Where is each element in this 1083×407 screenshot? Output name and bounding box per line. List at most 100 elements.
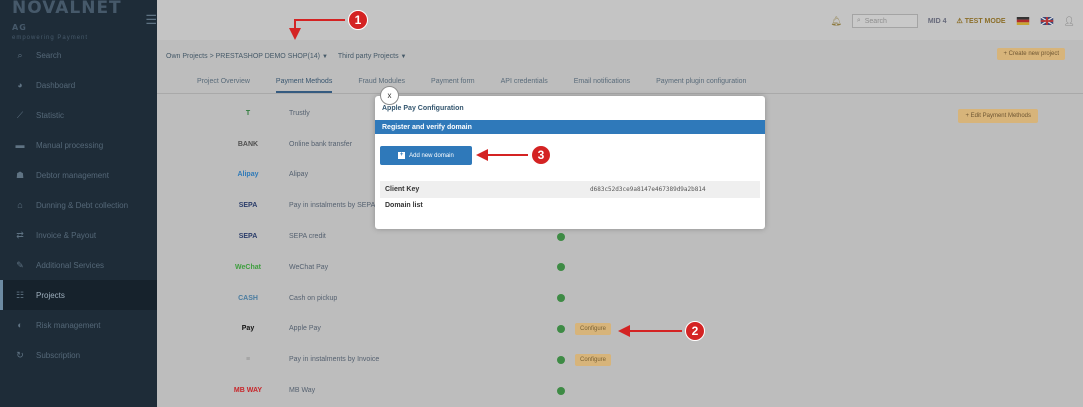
hamburger-menu-icon[interactable]: ☰ [145, 12, 157, 28]
sidebar-item-search[interactable]: ⌕ Search [0, 40, 157, 70]
payment-logo-text: CASH [238, 294, 258, 302]
payment-logo-text: T [245, 109, 251, 117]
sidebar-item-label: Manual processing [36, 140, 104, 150]
payment-logo: T [207, 110, 289, 117]
sidebar-item-additional-services[interactable]: ✎ Additional Services [0, 250, 157, 280]
client-key-label: Client Key [385, 186, 420, 193]
payment-method-row: MB WAY MB Way [207, 375, 707, 406]
configure-button[interactable]: Configure [575, 322, 612, 335]
sidebar-item-projects[interactable]: ☷ Projects [0, 280, 157, 310]
sitemap-icon: ☷ [15, 289, 25, 300]
tab-payment-plugin-configuration[interactable]: Payment plugin configuration [656, 78, 746, 85]
payment-logo-text: Pay [241, 325, 255, 333]
active-check-icon [557, 324, 565, 333]
apple-pay-config-modal: Apple Pay Configuration Register and ver… [375, 96, 765, 229]
modal-title: Apple Pay Configuration [382, 104, 464, 112]
payment-method-name: SEPA credit [289, 233, 326, 241]
search-placeholder: Search [864, 17, 887, 25]
sidebar-item-invoice-payout[interactable]: ⇄ Invoice & Payout [0, 220, 157, 250]
search-input[interactable]: ⌕ Search [851, 14, 918, 28]
payment-method-row: ≡ Pay in instalments by Invoice Configure [207, 344, 707, 375]
sidebar-item-statistic[interactable]: ⟋ Statistic [0, 100, 157, 130]
tab-email-notifications[interactable]: Email notifications [574, 78, 630, 85]
mid-label[interactable]: MID 4 [928, 18, 947, 25]
novalnet-logo[interactable]: NOVALNET AG empowering Payment [12, 0, 131, 41]
sidebar-item-label: Dunning & Debt collection [36, 200, 129, 210]
sidebar-item-dashboard[interactable]: ◕ Dashboard [0, 70, 157, 100]
sidebar-item-label: Search [36, 50, 62, 60]
third-party-projects-dropdown[interactable]: Third party Projects ▼ [338, 53, 407, 60]
payment-logo: Alipay [207, 171, 289, 178]
users-icon: ☗ [15, 169, 25, 180]
payment-method-name: Apple Pay [289, 325, 321, 333]
client-key-row: Client Key d683c52d3ce9a8147e467389d9a2b… [380, 181, 760, 198]
chart-icon: ⟋ [16, 109, 24, 120]
plus-icon: + [398, 152, 406, 159]
sidebar-item-risk-management[interactable]: ◐ Risk management [0, 310, 157, 340]
tab-project-overview[interactable]: Project Overview [197, 78, 250, 85]
payment-logo: CASH [207, 295, 289, 302]
uk-flag-icon[interactable] [1039, 17, 1054, 25]
client-key-value: d683c52d3ce9a8147e467389d9a2b814 [590, 186, 706, 193]
notification-bell-icon[interactable]: 🔔︎ [830, 16, 841, 27]
payment-logo-text: SEPA [238, 233, 258, 241]
sidebar: NOVALNET AG empowering Payment ☰ ⌕ Search… [0, 0, 157, 407]
logo-text: NOVALNET [12, 0, 122, 18]
sidebar-item-subscription[interactable]: ↻ Subscription [0, 340, 157, 370]
sidebar-item-label: Debtor management [36, 170, 109, 180]
logo-tagline: empowering Payment [12, 34, 89, 41]
callout-badge-1: 1 [348, 10, 368, 30]
active-check-icon [557, 232, 565, 241]
add-new-domain-button[interactable]: + Add new domain [380, 146, 472, 165]
sidebar-item-label: Risk management [36, 320, 101, 330]
project-tabs: Project Overview Payment Methods Fraud Mod… [157, 69, 1083, 94]
logo-suffix: AG [12, 22, 27, 32]
create-new-project-button[interactable]: + Create new project [997, 48, 1065, 60]
sidebar-item-debtor-management[interactable]: ☗ Debtor management [0, 160, 157, 190]
tab-payment-form[interactable]: Payment form [431, 78, 475, 85]
search-icon: ⌕ [856, 17, 861, 24]
payment-logo: WeChat [207, 264, 289, 271]
active-check-icon [557, 294, 565, 303]
payment-logo: Pay [207, 325, 289, 332]
close-icon[interactable]: x [380, 86, 399, 105]
callout-badge-2: 2 [685, 321, 705, 341]
dashboard-icon: ◕ [17, 80, 23, 90]
refresh-icon: ↻ [16, 349, 24, 360]
sidebar-item-label: Subscription [36, 350, 81, 360]
tab-payment-methods[interactable]: Payment Methods [275, 78, 333, 93]
sidebar-header: NOVALNET AG empowering Payment ☰ [0, 0, 157, 41]
tab-api-credentials[interactable]: API credentials [501, 78, 548, 85]
modal-section-header: Register and verify domain [375, 120, 765, 134]
payment-method-name: WeChat Pay [289, 263, 329, 271]
sidebar-item-label: Projects [36, 290, 65, 300]
sidebar-item-label: Statistic [36, 110, 65, 120]
configure-button[interactable]: Configure [575, 353, 612, 366]
payment-method-row: Pay Apple Pay Configure [207, 314, 707, 345]
sidebar-item-manual-processing[interactable]: ▬ Manual processing [0, 130, 157, 160]
sidebar-item-dunning-debt-collection[interactable]: ⌂ Dunning & Debt collection [0, 190, 157, 220]
payment-method-row: WeChat WeChat Pay [207, 252, 707, 283]
sidebar-item-label: Dashboard [36, 80, 76, 90]
sidebar-nav: ⌕ Search ◕ Dashboard ⟋ Statistic ▬ Manual proce… [0, 40, 157, 370]
payment-logo-text: Alipay [237, 171, 259, 179]
user-icon[interactable]: 👤︎ [1064, 16, 1075, 27]
callout-badge-3: 3 [531, 145, 551, 165]
payment-logo: MB WAY [207, 387, 289, 394]
active-check-icon [557, 386, 565, 395]
topbar: 🔔︎ ⌕ Search MID 4 ⚠ TEST MODE 👤︎ [157, 0, 1083, 40]
payment-method-name: MB Way [289, 387, 316, 395]
add-domain-label: Add new domain [409, 152, 454, 159]
own-projects-dropdown[interactable]: Own Projects > PRESTASHOP DEMO SHOP(14) … [166, 53, 328, 60]
edit-payment-methods-button[interactable]: + Edit Payment Methods [958, 109, 1038, 123]
payment-logo-text: WeChat [235, 263, 261, 271]
active-check-icon [557, 355, 565, 364]
payment-logo: SEPA [207, 202, 289, 209]
tab-fraud-modules[interactable]: Fraud Modules [358, 78, 405, 85]
payment-logo: BANK [207, 141, 289, 148]
german-flag-icon[interactable] [1016, 17, 1030, 25]
domain-list-label: Domain list [385, 202, 423, 209]
topbar-right: 🔔︎ ⌕ Search MID 4 ⚠ TEST MODE 👤︎ [830, 14, 1075, 28]
bank-icon: ⌂ [17, 200, 23, 210]
test-mode-label: TEST MODE [964, 18, 1006, 25]
